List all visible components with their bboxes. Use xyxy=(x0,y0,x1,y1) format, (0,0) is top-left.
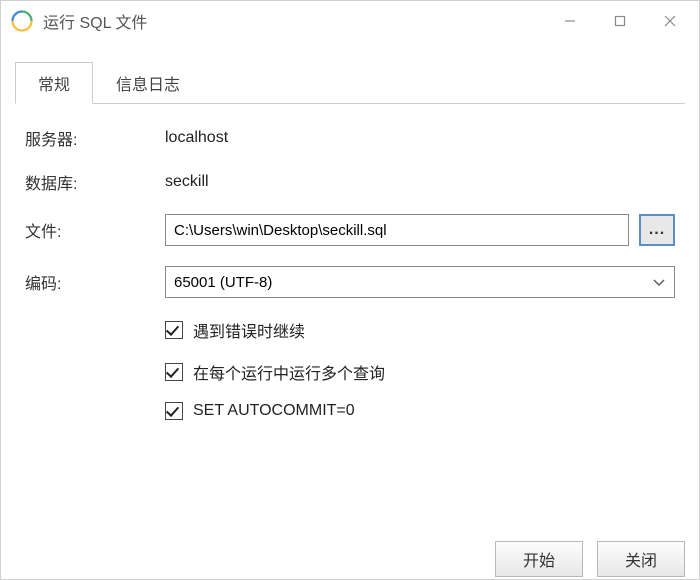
checkbox-icon xyxy=(165,363,183,381)
start-button[interactable]: 开始 xyxy=(495,541,583,577)
footer: 开始 关闭 xyxy=(1,529,699,579)
browse-button[interactable]: ... xyxy=(639,214,675,246)
minimize-button[interactable] xyxy=(545,3,595,39)
close-dialog-button[interactable]: 关闭 xyxy=(597,541,685,577)
form-panel: 服务器: localhost 数据库: seckill 文件: ... 编码: … xyxy=(15,104,685,448)
database-value: seckill xyxy=(165,173,209,191)
window-controls xyxy=(545,3,695,39)
row-file: 文件: ... xyxy=(25,214,675,246)
checkbox-label: 在每个运行中运行多个查询 xyxy=(193,360,385,384)
file-input[interactable] xyxy=(165,214,629,246)
encoding-select[interactable]: 65001 (UTF-8) xyxy=(165,266,675,298)
content-area: 常规 信息日志 服务器: localhost 数据库: seckill 文件: … xyxy=(1,41,699,529)
app-icon xyxy=(11,10,33,32)
file-input-wrap: ... xyxy=(165,214,675,246)
encoding-label: 编码: xyxy=(25,270,165,294)
checkbox-label: SET AUTOCOMMIT=0 xyxy=(193,402,355,420)
checkbox-continue-on-error[interactable]: 遇到错误时继续 xyxy=(165,318,675,342)
tab-general[interactable]: 常规 xyxy=(15,62,93,104)
dialog-window: 运行 SQL 文件 常规 信息日志 服务器: localhost 数据库: xyxy=(0,0,700,580)
row-database: 数据库: seckill xyxy=(25,170,675,194)
tab-bar: 常规 信息日志 xyxy=(15,61,685,104)
checkbox-icon xyxy=(165,402,183,420)
server-value: localhost xyxy=(165,129,228,147)
file-label: 文件: xyxy=(25,218,165,242)
checkbox-autocommit[interactable]: SET AUTOCOMMIT=0 xyxy=(165,402,675,420)
checkbox-multi-queries[interactable]: 在每个运行中运行多个查询 xyxy=(165,360,675,384)
row-encoding: 编码: 65001 (UTF-8) xyxy=(25,266,675,298)
encoding-value: 65001 (UTF-8) xyxy=(165,266,675,298)
tab-log[interactable]: 信息日志 xyxy=(93,62,203,104)
titlebar: 运行 SQL 文件 xyxy=(1,1,699,41)
checkbox-label: 遇到错误时继续 xyxy=(193,318,305,342)
close-button[interactable] xyxy=(645,3,695,39)
checkbox-icon xyxy=(165,321,183,339)
server-label: 服务器: xyxy=(25,126,165,150)
maximize-button[interactable] xyxy=(595,3,645,39)
window-title: 运行 SQL 文件 xyxy=(43,9,545,33)
database-label: 数据库: xyxy=(25,170,165,194)
row-server: 服务器: localhost xyxy=(25,126,675,150)
